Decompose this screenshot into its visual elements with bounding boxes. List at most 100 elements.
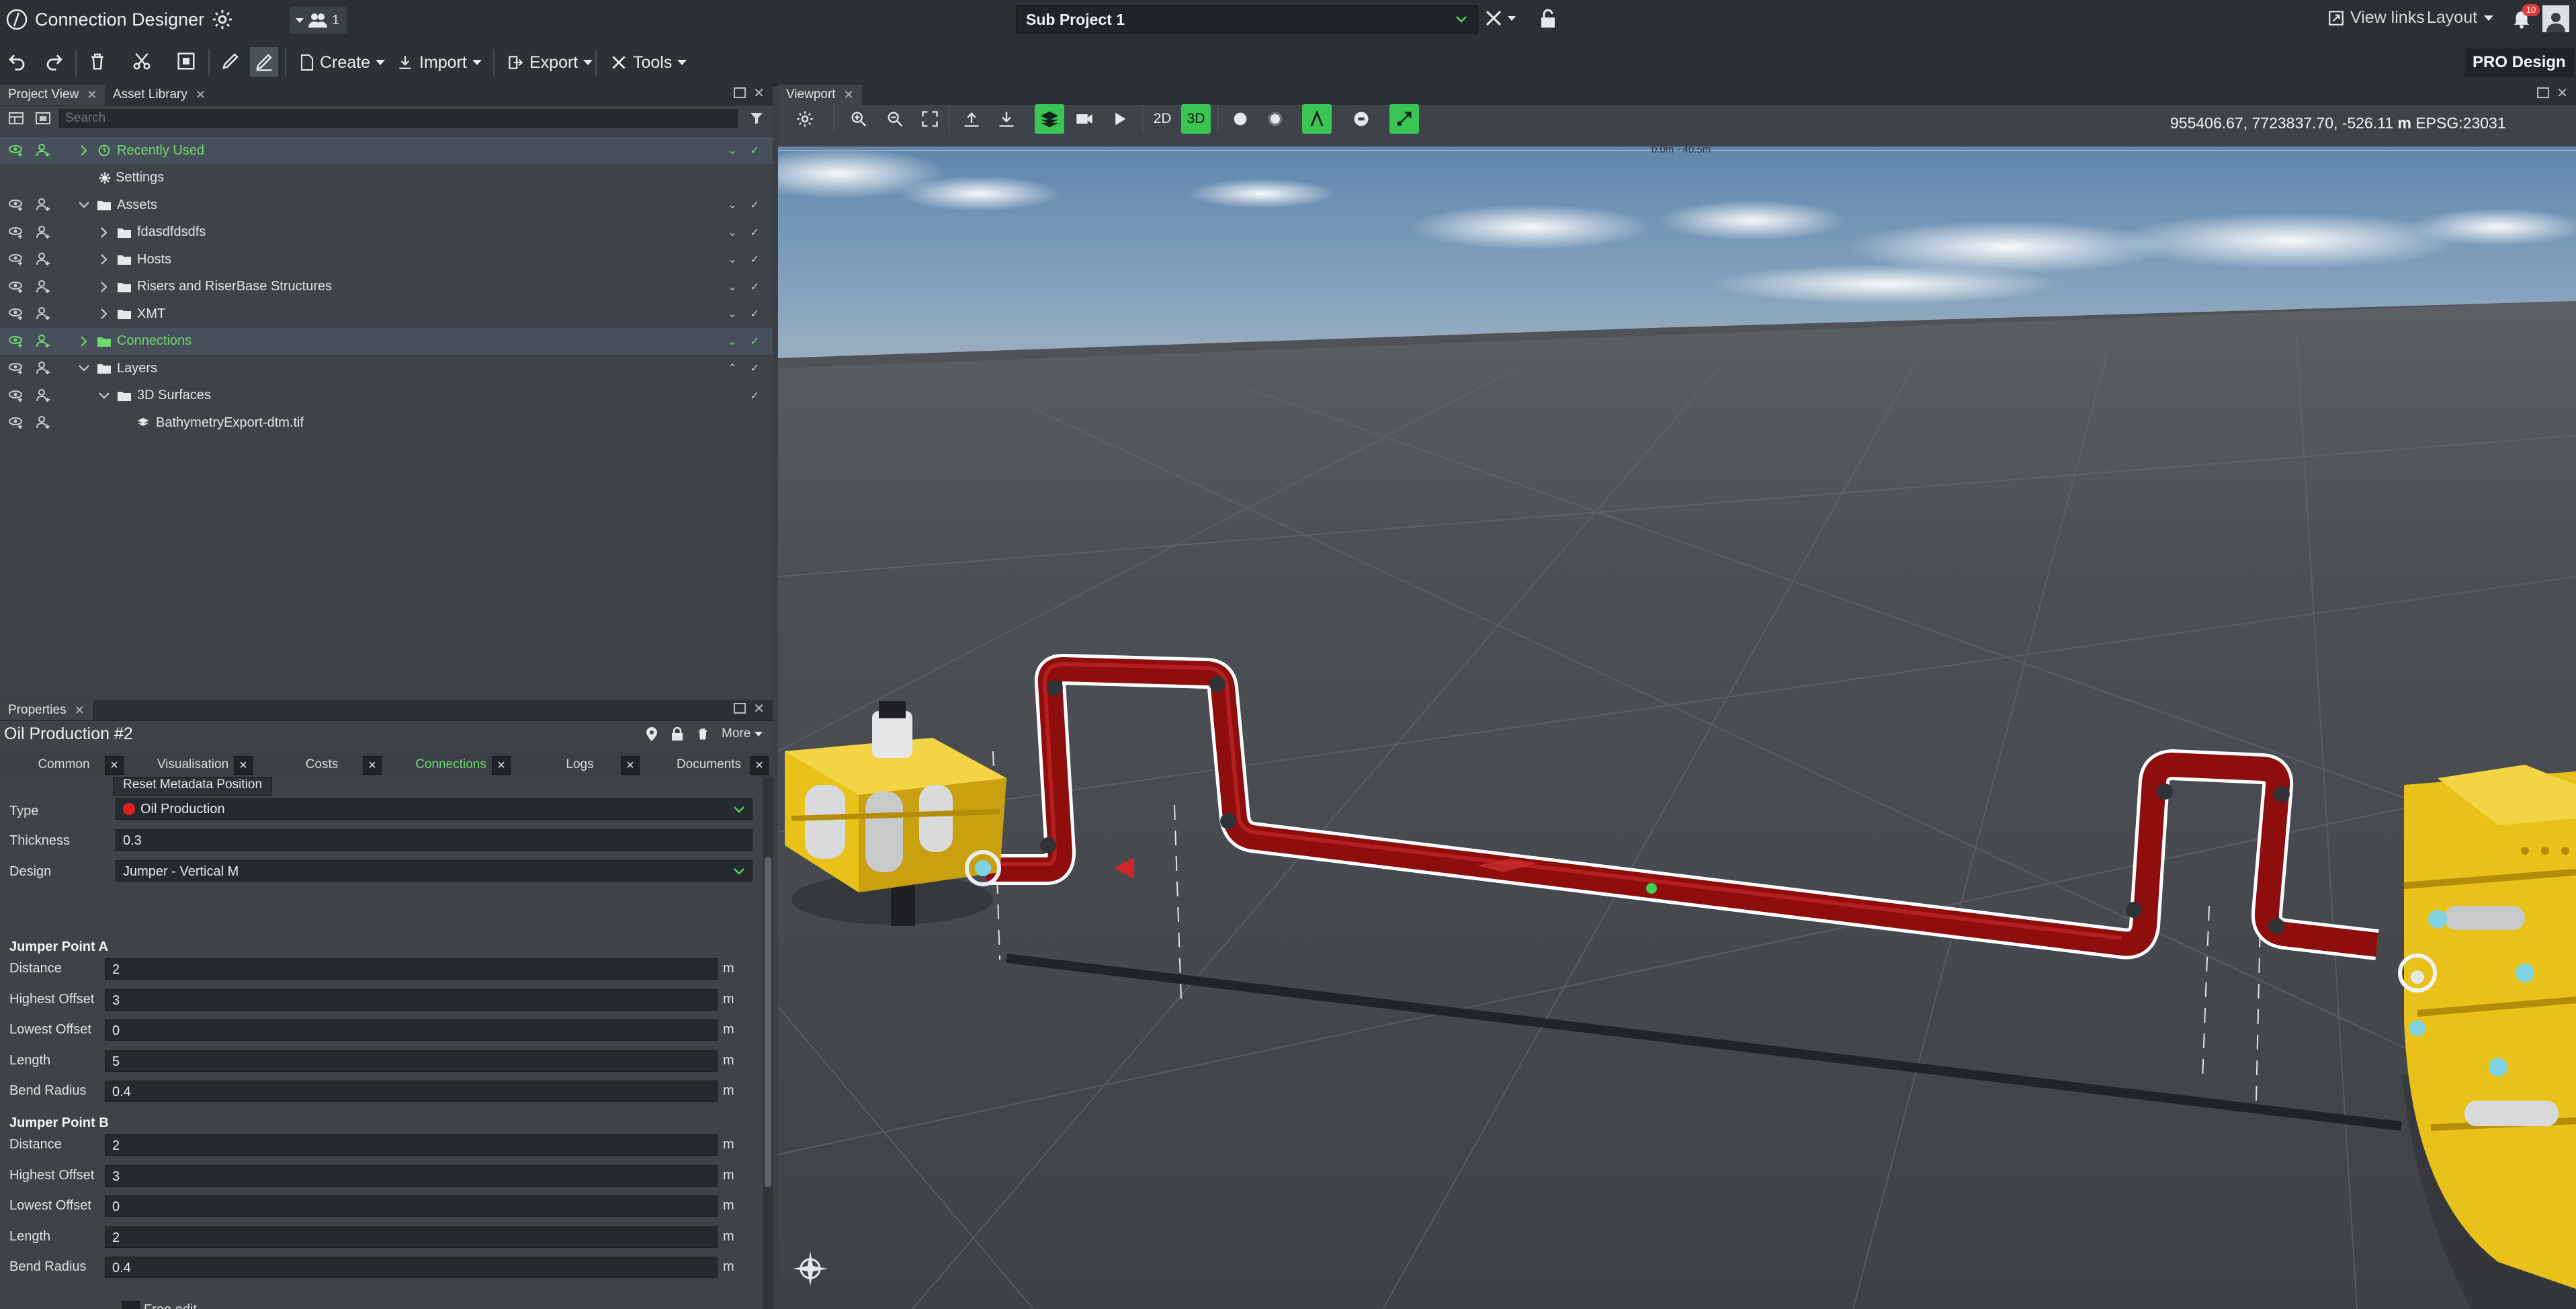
highest-offset-input[interactable]: 3: [105, 988, 718, 1011]
check-icon[interactable]: ✓: [750, 307, 759, 321]
bend-radius-input[interactable]: 0.4: [105, 1257, 718, 1278]
check-icon[interactable]: ✓: [750, 144, 759, 157]
tab-asset-library[interactable]: Asset Library ✕: [105, 85, 214, 105]
close-icon[interactable]: ×: [105, 756, 124, 775]
expand-all-icon[interactable]: ⌃: [728, 362, 736, 375]
user-visibility-icon[interactable]: [35, 143, 52, 158]
tools-menu[interactable]: Tools: [603, 47, 693, 78]
close-icon[interactable]: ✕: [87, 88, 97, 102]
user-visibility-icon[interactable]: [35, 388, 52, 403]
user-visibility-icon[interactable]: [35, 361, 52, 376]
notifications-button[interactable]: 10: [2510, 4, 2540, 30]
tab-project-view[interactable]: Project View ✕: [0, 85, 105, 105]
search-input[interactable]: [59, 109, 738, 128]
close-icon[interactable]: ✕: [196, 88, 206, 102]
chevron-down-icon[interactable]: [78, 364, 90, 373]
distance-input[interactable]: 2: [105, 1134, 718, 1156]
gizmo-handle[interactable]: [1646, 883, 1657, 894]
route-toggle[interactable]: [1302, 104, 1332, 134]
user-visibility-icon[interactable]: [35, 198, 52, 212]
play-button[interactable]: [1105, 104, 1134, 134]
tab-properties[interactable]: Properties ✕: [0, 700, 93, 720]
lock-icon[interactable]: [1539, 8, 1557, 30]
expand-all-icon[interactable]: ⌄: [728, 144, 736, 157]
frame-button[interactable]: [176, 51, 196, 71]
visibility-eye-icon[interactable]: [8, 143, 26, 158]
chevron-right-icon[interactable]: [79, 144, 89, 157]
tree-item[interactable]: fdasdfdsdfs ⌄ ✓: [0, 219, 773, 246]
user-visibility-icon[interactable]: [35, 415, 52, 430]
export-menu[interactable]: Export: [500, 47, 599, 78]
project-selector[interactable]: Sub Project 1: [1016, 5, 1478, 34]
bend-radius-input[interactable]: 0.4: [105, 1081, 718, 1102]
layers-toggle[interactable]: [1035, 104, 1064, 134]
compass-icon[interactable]: [791, 1250, 829, 1287]
cut-button[interactable]: [132, 51, 152, 71]
length-input[interactable]: 5: [105, 1050, 718, 1072]
check-icon[interactable]: ✓: [750, 226, 759, 239]
distance-input[interactable]: 2: [105, 958, 718, 980]
settings-gear-icon[interactable]: [211, 8, 234, 31]
lower-button[interactable]: [992, 104, 1021, 134]
check-icon[interactable]: ✓: [750, 253, 759, 266]
check-icon[interactable]: ✓: [750, 198, 759, 212]
visibility-eye-icon[interactable]: [8, 198, 26, 212]
chevron-right-icon[interactable]: [99, 226, 109, 239]
visibility-eye-icon[interactable]: [8, 306, 26, 321]
chevron-right-icon[interactable]: [99, 253, 109, 265]
users-button[interactable]: 1: [290, 7, 347, 34]
expand-all-icon[interactable]: ⌄: [728, 280, 736, 294]
highest-offset-input[interactable]: 3: [105, 1165, 718, 1187]
close-icon[interactable]: ✕: [844, 88, 854, 102]
delete-button[interactable]: [87, 51, 108, 71]
chevron-down-icon[interactable]: [98, 391, 110, 400]
tree-item[interactable]: XMT ⌄ ✓: [0, 300, 773, 327]
chevron-right-icon[interactable]: [99, 308, 109, 320]
user-visibility-icon[interactable]: [35, 306, 52, 321]
close-icon[interactable]: ✕: [75, 704, 85, 718]
close-icon[interactable]: ✕: [753, 700, 765, 717]
visibility-eye-icon[interactable]: [8, 280, 26, 294]
chevron-right-icon[interactable]: [99, 281, 109, 293]
user-visibility-icon[interactable]: [35, 252, 52, 267]
zoom-in-button[interactable]: [844, 104, 873, 134]
maximize-icon[interactable]: [2537, 87, 2549, 98]
camera-button[interactable]: [1070, 104, 1099, 134]
tree-item[interactable]: 3D Surfaces ✓: [0, 382, 773, 409]
properties-tab[interactable]: Common ×: [0, 753, 129, 777]
visibility-eye-icon[interactable]: [8, 334, 26, 349]
user-visibility-icon[interactable]: [35, 280, 52, 294]
tree-item[interactable]: Layers ⌃ ✓: [0, 355, 773, 382]
close-icon[interactable]: ✕: [753, 85, 765, 101]
layout-menu[interactable]: Layout: [2427, 8, 2494, 28]
tree-item[interactable]: Recently Used ⌄ ✓: [0, 137, 773, 164]
tree-item[interactable]: Risers and RiserBase Structures ⌄ ✓: [0, 273, 773, 300]
zoom-out-button[interactable]: [880, 104, 910, 134]
lock-icon[interactable]: [671, 726, 684, 741]
tab-viewport[interactable]: Viewport ✕: [778, 85, 862, 105]
light-button[interactable]: [1226, 104, 1255, 134]
tree-item[interactable]: Hosts ⌄ ✓: [0, 246, 773, 273]
reset-metadata-position-button[interactable]: Reset Metadata Position: [113, 777, 273, 796]
tree-item[interactable]: Connections ⌄ ✓: [0, 327, 773, 355]
check-icon[interactable]: ✓: [750, 280, 759, 294]
check-icon[interactable]: ✓: [750, 335, 759, 348]
visibility-eye-icon[interactable]: [8, 388, 26, 403]
tree-item[interactable]: BathymetryExport-dtm.tif: [0, 409, 773, 436]
draw-button[interactable]: [220, 51, 241, 71]
mode-3d-button[interactable]: 3D: [1181, 104, 1211, 134]
expand-all-icon[interactable]: ⌄: [728, 198, 736, 212]
expand-all-icon[interactable]: ⌄: [728, 335, 736, 348]
filter-icon[interactable]: [748, 110, 765, 126]
chevron-down-icon[interactable]: [78, 200, 90, 210]
user-visibility-icon[interactable]: [35, 225, 52, 240]
properties-scrollbar[interactable]: [763, 777, 773, 1309]
create-menu[interactable]: Create: [293, 47, 392, 78]
expand-all-icon[interactable]: ⌄: [728, 253, 736, 266]
length-input[interactable]: 2: [105, 1226, 718, 1248]
close-icon[interactable]: ×: [750, 756, 769, 775]
tree-item[interactable]: Settings: [0, 165, 773, 192]
record-button[interactable]: [1346, 104, 1376, 134]
visibility-eye-icon[interactable]: [8, 361, 26, 376]
thickness-input[interactable]: 0.3: [116, 829, 753, 851]
